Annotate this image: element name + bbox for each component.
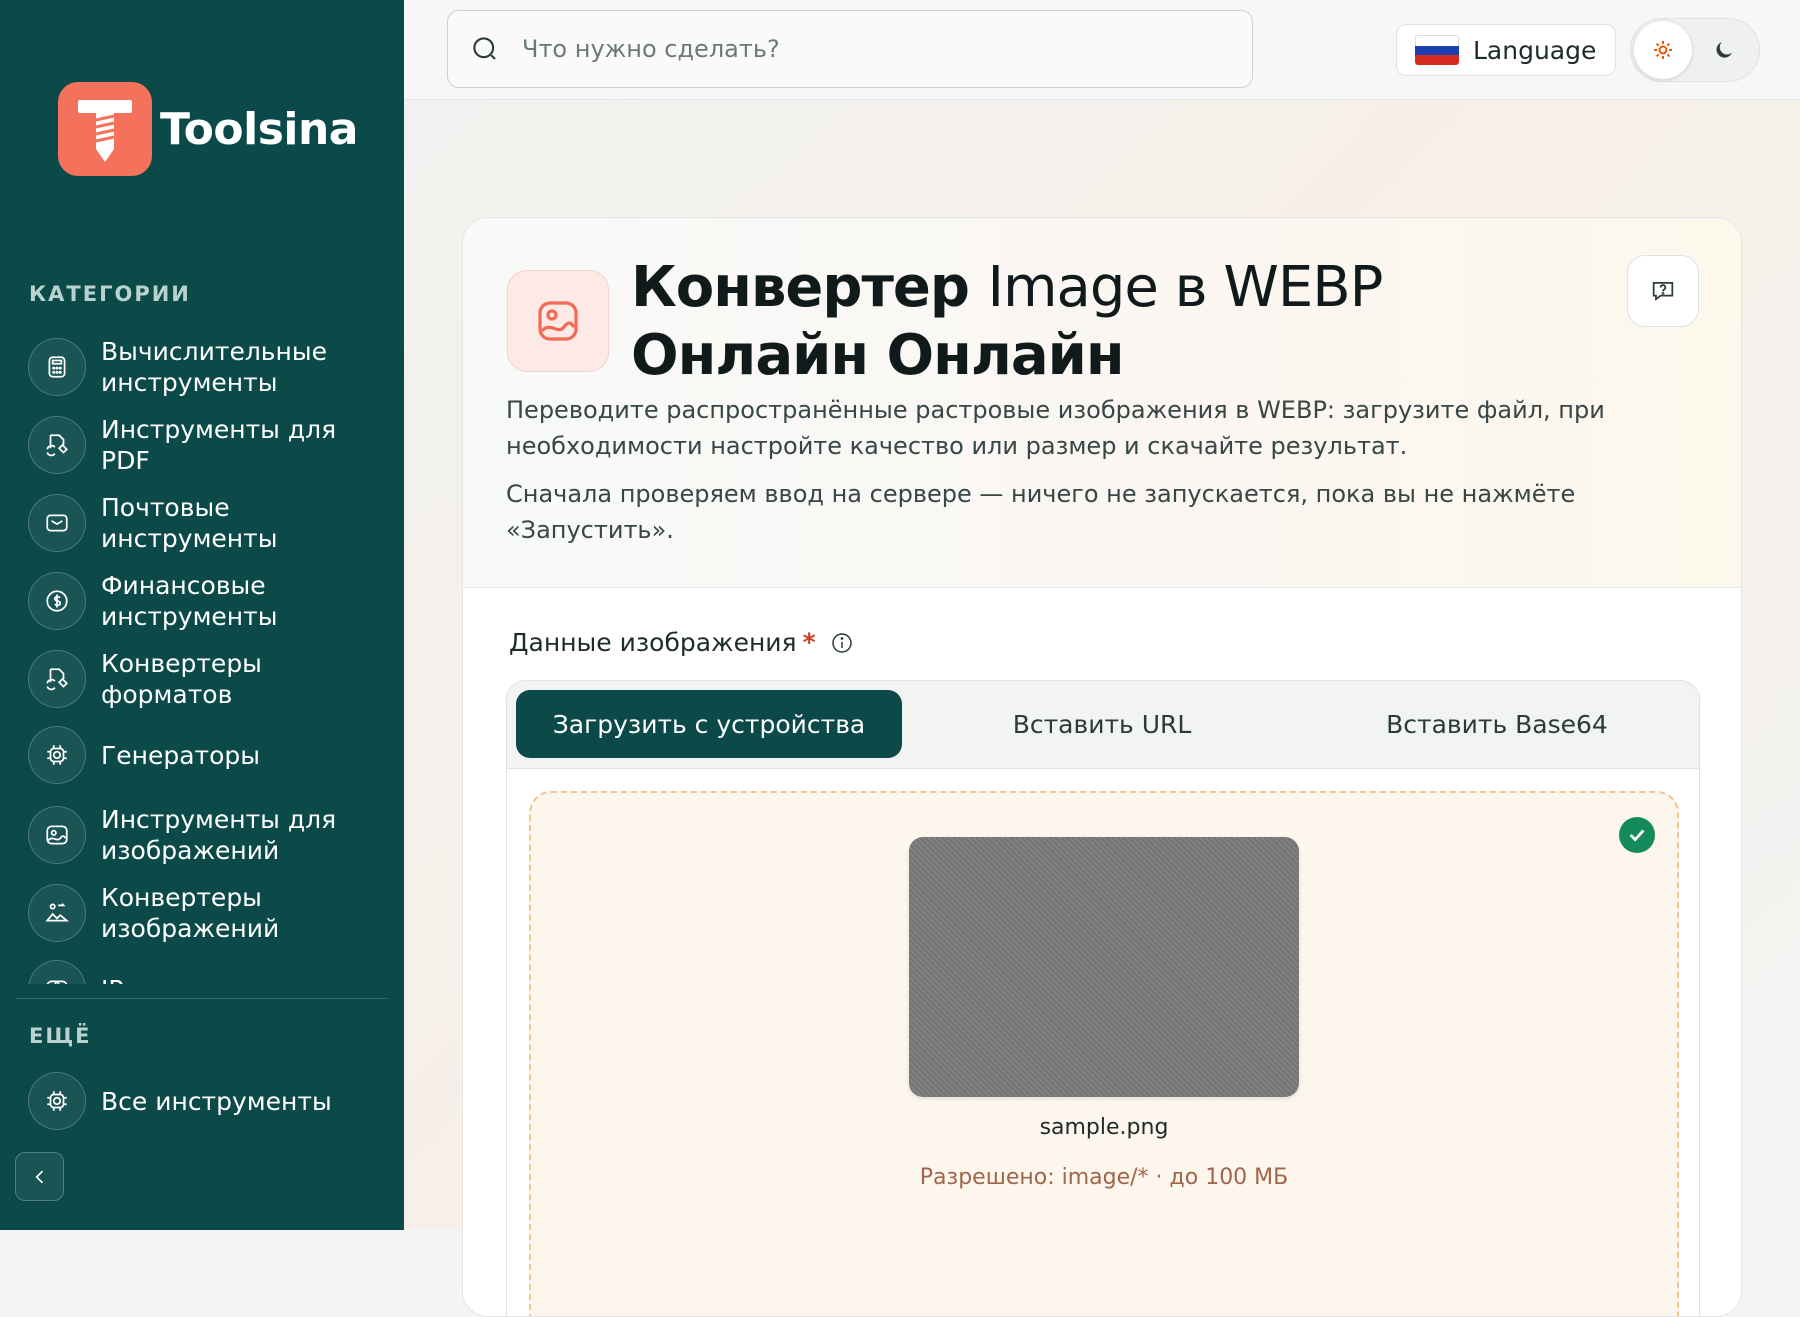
- file-convert-icon: [28, 416, 86, 474]
- sidebar-item-label: Финансовые инструменты: [101, 571, 278, 631]
- sidebar: Toolsina КАТЕГОРИИ Вычислительные инстру…: [0, 0, 404, 1230]
- sidebar-divider: [15, 998, 388, 999]
- sidebar-item-ip-tools[interactable]: IP-инструменты: [28, 960, 388, 984]
- sidebar-item-mail[interactable]: Почтовые инструменты: [28, 492, 388, 554]
- sidebar-item-label: Все инструменты: [101, 1086, 332, 1116]
- category-list: Вычислительные инструменты Инструменты д…: [0, 322, 404, 984]
- tool-note: Сначала проверяем ввод на сервере — ниче…: [506, 480, 1576, 544]
- tool-header: Конвертер Image в WEBP Онлайн Онлайн Пер…: [463, 218, 1741, 588]
- mail-icon: [28, 494, 86, 552]
- sidebar-item-label: Инструменты для PDF: [101, 415, 337, 475]
- sidebar-item-label: IP-инструменты: [101, 974, 371, 985]
- title-part-1: Конвертер: [631, 255, 970, 320]
- moon-icon: [1716, 42, 1732, 58]
- sidebar-item-label: Вычислительные инструменты: [101, 337, 328, 397]
- image-icon: [507, 270, 609, 372]
- sidebar-item-image-converters[interactable]: Конвертеры изображений: [28, 882, 388, 944]
- tool-card: Конвертер Image в WEBP Онлайн Онлайн Пер…: [462, 217, 1742, 1317]
- image-icon: [28, 806, 86, 864]
- file-dropzone[interactable]: sample.png Разрешено: image/* · до 100 М…: [529, 791, 1679, 1316]
- input-source-panel: Загрузить с устройства Вставить URL Вста…: [506, 680, 1700, 1316]
- brand-logo[interactable]: Toolsina: [58, 82, 359, 176]
- required-mark: *: [802, 628, 816, 657]
- sidebar-item-label: Генераторы: [101, 740, 261, 770]
- allowed-types-hint: Разрешено: image/* · до 100 МБ: [919, 1165, 1289, 1190]
- info-icon[interactable]: [830, 631, 854, 655]
- field-label: Данные изображения *: [509, 628, 854, 657]
- field-label-text: Данные изображения: [509, 628, 797, 657]
- brand-name: Toolsina: [160, 103, 359, 155]
- help-button[interactable]: [1627, 255, 1699, 327]
- collapse-sidebar-button[interactable]: [15, 1152, 64, 1201]
- topbar: Language: [404, 0, 1800, 100]
- search-icon: [473, 37, 496, 60]
- uploaded-filename: sample.png: [1039, 1115, 1169, 1140]
- image-convert-icon: [28, 884, 86, 942]
- sidebar-item-generators[interactable]: Генераторы: [28, 726, 388, 784]
- sidebar-item-label: Конвертеры изображений: [101, 883, 280, 943]
- search-input[interactable]: [520, 34, 1200, 64]
- page-title: Конвертер Image в WEBP Онлайн Онлайн: [631, 254, 1531, 390]
- dark-theme-button[interactable]: [1695, 21, 1753, 79]
- search-box[interactable]: [447, 10, 1253, 88]
- sidebar-item-format-converters[interactable]: Конвертеры форматов: [28, 648, 388, 710]
- sidebar-item-label: Почтовые инструменты: [101, 493, 278, 553]
- file-convert-icon: [28, 650, 86, 708]
- categories-heading: КАТЕГОРИИ: [29, 282, 191, 306]
- sidebar-item-label: Инструменты для изображений: [101, 805, 337, 865]
- sidebar-item-label: Конвертеры форматов: [101, 649, 262, 709]
- logo-mark-icon: [58, 82, 152, 176]
- dollar-icon: [28, 572, 86, 630]
- calculator-icon: [28, 338, 86, 396]
- input-source-tabs: Загрузить с устройства Вставить URL Вста…: [507, 681, 1699, 769]
- check-icon: [1619, 817, 1655, 853]
- more-heading: ЕЩЁ: [29, 1024, 92, 1048]
- sidebar-item-image-tools[interactable]: Инструменты для изображений: [28, 804, 388, 866]
- title-part-2: Image в WEBP: [987, 255, 1383, 320]
- tab-paste-url[interactable]: Вставить URL: [917, 690, 1287, 758]
- light-theme-button[interactable]: [1634, 21, 1692, 79]
- tab-upload[interactable]: Загрузить с устройства: [516, 690, 902, 758]
- sidebar-item-calculation[interactable]: Вычислительные инструменты: [28, 336, 388, 398]
- theme-toggle[interactable]: [1630, 18, 1760, 82]
- image-preview: [909, 837, 1299, 1097]
- title-part-3: Онлайн Онлайн: [631, 323, 1125, 388]
- chevron-left-icon: [34, 1170, 43, 1183]
- russia-flag-icon: [1415, 35, 1459, 65]
- tool-description: Переводите распространённые растровые из…: [506, 396, 1605, 460]
- sidebar-item-all-tools[interactable]: Все инструменты: [28, 1072, 388, 1130]
- chip-icon: [28, 726, 86, 784]
- language-label: Language: [1473, 35, 1597, 65]
- language-button[interactable]: Language: [1396, 24, 1616, 76]
- sidebar-item-pdf[interactable]: Инструменты для PDF: [28, 414, 388, 476]
- chip-icon: [28, 1072, 86, 1130]
- globe-icon: [28, 960, 86, 984]
- sidebar-item-finance[interactable]: Финансовые инструменты: [28, 570, 388, 632]
- question-chat-icon: [1652, 281, 1674, 301]
- tab-paste-base64[interactable]: Вставить Base64: [1302, 690, 1692, 758]
- sun-icon: [1654, 41, 1672, 59]
